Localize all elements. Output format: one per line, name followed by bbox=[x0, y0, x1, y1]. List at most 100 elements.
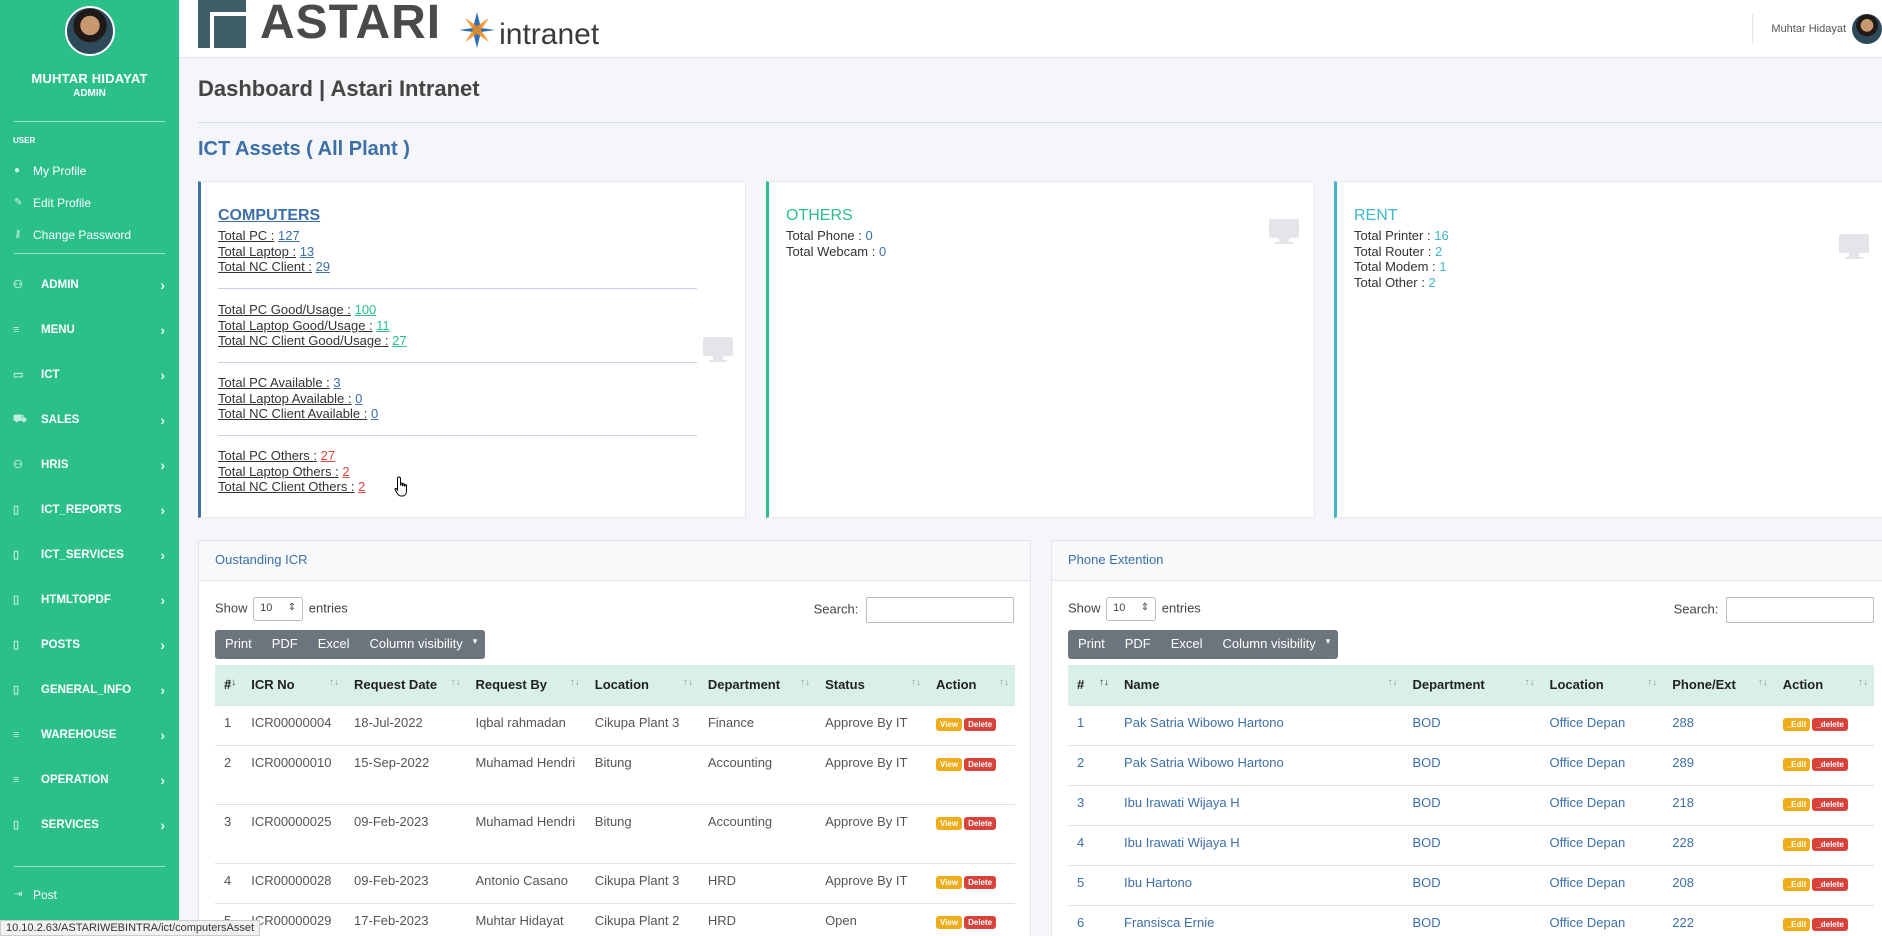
sidebar-item-post[interactable]: ⇥ Post bbox=[0, 879, 179, 911]
stat-line[interactable]: Total PC : 127 bbox=[218, 228, 330, 244]
column-header[interactable]: # ↑↓ bbox=[1068, 665, 1115, 705]
sidebar-item-edit-profile[interactable]: ✎ Edit Profile bbox=[0, 187, 179, 219]
print-button[interactable]: Print bbox=[1068, 630, 1115, 659]
excel-button[interactable]: Excel bbox=[1161, 630, 1213, 659]
delete-button[interactable]: _delete bbox=[1812, 757, 1848, 771]
edit-button[interactable]: _Edit bbox=[1782, 877, 1811, 891]
view-button[interactable]: View bbox=[936, 915, 963, 929]
table-cell[interactable]: Office Depan bbox=[1540, 864, 1664, 905]
pdf-button[interactable]: PDF bbox=[262, 630, 308, 659]
delete-button[interactable]: Delete bbox=[964, 875, 997, 889]
delete-button[interactable]: _delete bbox=[1812, 917, 1848, 931]
user-menu[interactable]: Muhtar Hidayat bbox=[1752, 14, 1882, 44]
view-button[interactable]: View bbox=[936, 875, 963, 889]
astari-logo[interactable]: ASTARI intranet bbox=[198, 0, 599, 50]
delete-button[interactable]: _delete bbox=[1812, 837, 1848, 851]
table-cell[interactable]: 222 bbox=[1663, 904, 1774, 936]
delete-button[interactable]: Delete bbox=[964, 757, 997, 771]
table-cell[interactable]: 288 bbox=[1663, 704, 1774, 745]
search-input[interactable] bbox=[866, 597, 1014, 623]
stat-line[interactable]: Total NC Client Others : 2 bbox=[218, 479, 365, 495]
delete-button[interactable]: Delete bbox=[964, 915, 997, 929]
table-cell[interactable]: BOD bbox=[1403, 904, 1541, 936]
stat-line[interactable]: Total Laptop : 13 bbox=[218, 244, 330, 260]
table-cell[interactable]: BOD bbox=[1403, 824, 1541, 865]
stat-line[interactable]: Total PC Available : 3 bbox=[218, 375, 378, 391]
column-header[interactable]: ICR No ↑↓ bbox=[242, 665, 345, 705]
delete-button[interactable]: _delete bbox=[1812, 797, 1848, 811]
stat-line[interactable]: Total NC Client Good/Usage : 27 bbox=[218, 333, 407, 349]
sidebar-item-ict[interactable]: ▭ ICT › bbox=[0, 352, 179, 397]
column-header[interactable]: Request Date ↑↓ bbox=[345, 665, 466, 705]
table-cell[interactable]: Office Depan bbox=[1540, 904, 1664, 936]
computers-card-title[interactable]: COMPUTERS bbox=[218, 207, 320, 225]
table-cell[interactable]: Office Depan bbox=[1540, 744, 1664, 785]
column-header[interactable]: Phone/Ext ↑↓ bbox=[1663, 665, 1773, 705]
table-cell[interactable]: 208 bbox=[1663, 864, 1774, 905]
sidebar-item-operation[interactable]: ≡ OPERATION › bbox=[0, 757, 179, 802]
column-header[interactable]: Action ↑↓ bbox=[1774, 665, 1874, 705]
edit-button[interactable]: _Edit bbox=[1782, 917, 1811, 931]
stat-line[interactable]: Total NC Client Available : 0 bbox=[218, 406, 378, 422]
column-header[interactable]: Department ↑↓ bbox=[1403, 665, 1540, 705]
search-input[interactable] bbox=[1726, 597, 1874, 623]
column-header[interactable]: Location ↑↓ bbox=[586, 665, 699, 705]
sidebar-item-ict_services[interactable]: ▯ ICT_SERVICES › bbox=[0, 532, 179, 577]
stat-line[interactable]: Total Laptop Good/Usage : 11 bbox=[218, 318, 407, 334]
table-cell[interactable]: Ibu Irawati Wijaya H bbox=[1115, 784, 1404, 825]
column-header[interactable]: Department ↑↓ bbox=[699, 665, 816, 705]
stat-line[interactable]: Total PC Others : 27 bbox=[218, 448, 365, 464]
table-cell[interactable]: Fransisca Ernie bbox=[1115, 904, 1404, 936]
table-cell[interactable]: 6 bbox=[1068, 904, 1116, 936]
delete-button[interactable]: _delete bbox=[1812, 717, 1848, 731]
table-cell[interactable]: Office Depan bbox=[1540, 824, 1664, 865]
delete-button[interactable]: Delete bbox=[964, 717, 997, 731]
table-cell[interactable]: 3 bbox=[1068, 784, 1116, 825]
avatar[interactable] bbox=[64, 6, 115, 56]
pdf-button[interactable]: PDF bbox=[1115, 630, 1161, 659]
stat-line[interactable]: Total Laptop Available : 0 bbox=[218, 391, 378, 407]
delete-button[interactable]: _delete bbox=[1812, 877, 1848, 891]
table-cell[interactable]: Ibu Hartono bbox=[1115, 864, 1404, 905]
sidebar-item-admin[interactable]: ⚇ ADMIN › bbox=[0, 262, 179, 307]
sidebar-item-menu[interactable]: ≡ MENU › bbox=[0, 307, 179, 352]
column-header[interactable]: Location ↑↓ bbox=[1541, 665, 1664, 705]
entries-select[interactable]: 10 bbox=[253, 597, 304, 621]
sidebar-item-posts[interactable]: ▯ POSTS › bbox=[0, 622, 179, 667]
sidebar-item-ict_reports[interactable]: ▯ ICT_REPORTS › bbox=[0, 487, 179, 532]
sidebar-item-htmltopdf[interactable]: ▯ HTMLTOPDF › bbox=[0, 577, 179, 622]
column-header[interactable]: Name ↑↓ bbox=[1115, 665, 1403, 705]
table-cell[interactable]: Pak Satria Wibowo Hartono bbox=[1115, 704, 1404, 745]
sidebar-item-warehouse[interactable]: ≡ WAREHOUSE › bbox=[0, 712, 179, 757]
edit-button[interactable]: _Edit bbox=[1782, 797, 1811, 811]
table-cell[interactable]: 2 bbox=[1068, 744, 1116, 785]
table-cell[interactable]: 5 bbox=[1068, 864, 1116, 905]
edit-button[interactable]: _Edit bbox=[1782, 757, 1811, 771]
column-header[interactable]: Status ↑↓ bbox=[816, 665, 927, 705]
table-cell[interactable]: BOD bbox=[1403, 864, 1541, 905]
print-button[interactable]: Print bbox=[215, 630, 262, 659]
edit-button[interactable]: _Edit bbox=[1782, 717, 1811, 731]
table-cell[interactable]: 228 bbox=[1663, 824, 1774, 865]
sidebar-item-services[interactable]: ▯ SERVICES › bbox=[0, 802, 179, 847]
table-cell[interactable]: Ibu Irawati Wijaya H bbox=[1115, 824, 1404, 865]
table-cell[interactable]: 218 bbox=[1663, 784, 1774, 825]
sidebar-item-hris[interactable]: ⚇ HRIS › bbox=[0, 442, 179, 487]
table-cell[interactable]: Pak Satria Wibowo Hartono bbox=[1115, 744, 1404, 785]
column-visibility-button[interactable]: Column visibility bbox=[360, 630, 473, 659]
stat-line[interactable]: Total NC Client : 29 bbox=[218, 259, 330, 275]
table-cell[interactable]: 1 bbox=[1068, 704, 1116, 745]
table-cell[interactable]: BOD bbox=[1403, 704, 1541, 745]
column-visibility-button[interactable]: Column visibility bbox=[1213, 630, 1326, 659]
column-header[interactable]: Request By ↑↓ bbox=[466, 665, 585, 705]
sidebar-item-change-password[interactable]: ⚷ Change Password bbox=[0, 219, 179, 251]
view-button[interactable]: View bbox=[936, 757, 963, 771]
stat-line[interactable]: Total PC Good/Usage : 100 bbox=[218, 302, 407, 318]
view-button[interactable]: View bbox=[936, 816, 963, 830]
excel-button[interactable]: Excel bbox=[308, 630, 360, 659]
table-cell[interactable]: BOD bbox=[1403, 744, 1541, 785]
entries-select[interactable]: 10 bbox=[1106, 597, 1157, 621]
sidebar-item-my-profile[interactable]: ● My Profile bbox=[0, 155, 179, 187]
table-cell[interactable]: 4 bbox=[1068, 824, 1116, 865]
delete-button[interactable]: Delete bbox=[964, 816, 997, 830]
